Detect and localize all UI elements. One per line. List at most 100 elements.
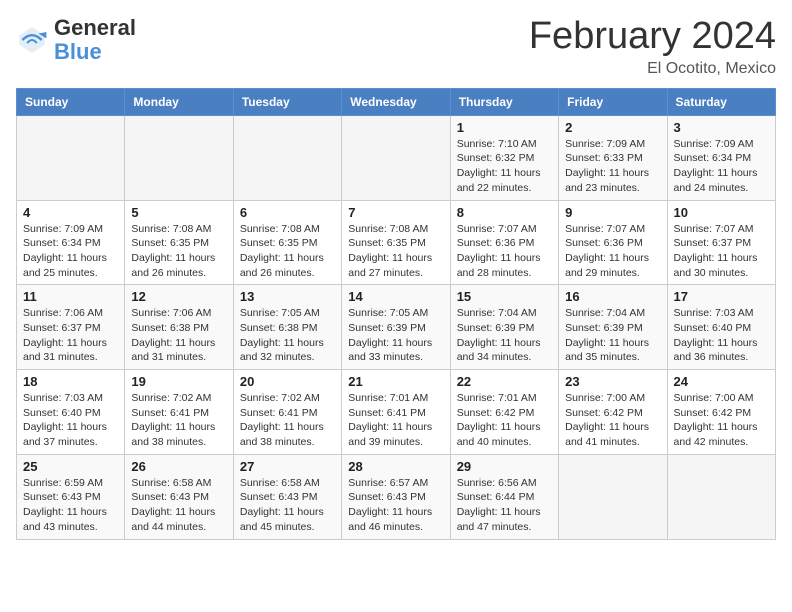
- calendar-cell: [125, 115, 233, 200]
- title-block: February 2024 El Ocotito, Mexico: [529, 16, 776, 78]
- calendar-cell: [233, 115, 341, 200]
- day-info: Sunrise: 7:05 AMSunset: 6:38 PMDaylight:…: [240, 306, 335, 365]
- weekday-header-row: SundayMondayTuesdayWednesdayThursdayFrid…: [17, 88, 776, 115]
- calendar-cell: 10 Sunrise: 7:07 AMSunset: 6:37 PMDayligh…: [667, 200, 775, 285]
- calendar-table: SundayMondayTuesdayWednesdayThursdayFrid…: [16, 88, 776, 540]
- day-info: Sunrise: 6:56 AMSunset: 6:44 PMDaylight:…: [457, 476, 552, 535]
- calendar-cell: 7 Sunrise: 7:08 AMSunset: 6:35 PMDaylight…: [342, 200, 450, 285]
- calendar-cell: 14 Sunrise: 7:05 AMSunset: 6:39 PMDayligh…: [342, 285, 450, 370]
- day-number: 3: [674, 120, 769, 135]
- day-info: Sunrise: 7:07 AMSunset: 6:36 PMDaylight:…: [565, 222, 660, 281]
- page-header: General Blue February 2024 El Ocotito, M…: [16, 16, 776, 78]
- logo-blue-text: Blue: [54, 39, 102, 64]
- calendar-cell: 16 Sunrise: 7:04 AMSunset: 6:39 PMDayligh…: [559, 285, 667, 370]
- day-number: 20: [240, 374, 335, 389]
- day-number: 11: [23, 289, 118, 304]
- day-info: Sunrise: 7:00 AMSunset: 6:42 PMDaylight:…: [674, 391, 769, 450]
- day-number: 24: [674, 374, 769, 389]
- weekday-header-sunday: Sunday: [17, 88, 125, 115]
- weekday-header-saturday: Saturday: [667, 88, 775, 115]
- calendar-week-4: 18 Sunrise: 7:03 AMSunset: 6:40 PMDayligh…: [17, 370, 776, 455]
- day-info: Sunrise: 7:10 AMSunset: 6:32 PMDaylight:…: [457, 137, 552, 196]
- calendar-week-3: 11 Sunrise: 7:06 AMSunset: 6:37 PMDayligh…: [17, 285, 776, 370]
- day-number: 2: [565, 120, 660, 135]
- day-info: Sunrise: 7:01 AMSunset: 6:41 PMDaylight:…: [348, 391, 443, 450]
- day-number: 9: [565, 205, 660, 220]
- day-info: Sunrise: 7:03 AMSunset: 6:40 PMDaylight:…: [23, 391, 118, 450]
- day-info: Sunrise: 7:04 AMSunset: 6:39 PMDaylight:…: [565, 306, 660, 365]
- day-info: Sunrise: 6:57 AMSunset: 6:43 PMDaylight:…: [348, 476, 443, 535]
- weekday-header-wednesday: Wednesday: [342, 88, 450, 115]
- day-info: Sunrise: 7:06 AMSunset: 6:37 PMDaylight:…: [23, 306, 118, 365]
- calendar-cell: 23Sunrise: 7:00 AMSunset: 6:42 PMDayligh…: [559, 370, 667, 455]
- day-info: Sunrise: 7:02 AMSunset: 6:41 PMDaylight:…: [240, 391, 335, 450]
- day-info: Sunrise: 7:08 AMSunset: 6:35 PMDaylight:…: [131, 222, 226, 281]
- day-number: 1: [457, 120, 552, 135]
- day-info: Sunrise: 7:09 AMSunset: 6:34 PMDaylight:…: [23, 222, 118, 281]
- calendar-cell: [667, 454, 775, 539]
- day-number: 12: [131, 289, 226, 304]
- calendar-cell: 21 Sunrise: 7:01 AMSunset: 6:41 PMDayligh…: [342, 370, 450, 455]
- day-number: 29: [457, 459, 552, 474]
- calendar-cell: [342, 115, 450, 200]
- calendar-cell: 19Sunrise: 7:02 AMSunset: 6:41 PMDayligh…: [125, 370, 233, 455]
- day-number: 13: [240, 289, 335, 304]
- day-info: Sunrise: 7:00 AMSunset: 6:42 PMDaylight:…: [565, 391, 660, 450]
- calendar-cell: 5 Sunrise: 7:08 AMSunset: 6:35 PMDaylight…: [125, 200, 233, 285]
- calendar-week-5: 25Sunrise: 6:59 AMSunset: 6:43 PMDayligh…: [17, 454, 776, 539]
- day-info: Sunrise: 7:06 AMSunset: 6:38 PMDaylight:…: [131, 306, 226, 365]
- weekday-header-tuesday: Tuesday: [233, 88, 341, 115]
- day-number: 28: [348, 459, 443, 474]
- weekday-header-friday: Friday: [559, 88, 667, 115]
- calendar-cell: 3 Sunrise: 7:09 AMSunset: 6:34 PMDaylight…: [667, 115, 775, 200]
- calendar-cell: [17, 115, 125, 200]
- day-info: Sunrise: 7:08 AMSunset: 6:35 PMDaylight:…: [348, 222, 443, 281]
- location-subtitle: El Ocotito, Mexico: [529, 60, 776, 78]
- day-number: 21: [348, 374, 443, 389]
- calendar-week-1: 1 Sunrise: 7:10 AMSunset: 6:32 PMDaylight…: [17, 115, 776, 200]
- weekday-header-monday: Monday: [125, 88, 233, 115]
- calendar-cell: 26Sunrise: 6:58 AMSunset: 6:43 PMDayligh…: [125, 454, 233, 539]
- logo-icon: [16, 24, 48, 56]
- logo: General Blue: [16, 16, 136, 64]
- calendar-cell: 15Sunrise: 7:04 AMSunset: 6:39 PMDayligh…: [450, 285, 558, 370]
- calendar-cell: 29 Sunrise: 6:56 AMSunset: 6:44 PMDayligh…: [450, 454, 558, 539]
- calendar-cell: 12 Sunrise: 7:06 AMSunset: 6:38 PMDayligh…: [125, 285, 233, 370]
- calendar-cell: 11 Sunrise: 7:06 AMSunset: 6:37 PMDayligh…: [17, 285, 125, 370]
- day-number: 7: [348, 205, 443, 220]
- calendar-cell: 20 Sunrise: 7:02 AMSunset: 6:41 PMDayligh…: [233, 370, 341, 455]
- day-number: 5: [131, 205, 226, 220]
- calendar-cell: 4 Sunrise: 7:09 AMSunset: 6:34 PMDaylight…: [17, 200, 125, 285]
- day-info: Sunrise: 7:07 AMSunset: 6:37 PMDaylight:…: [674, 222, 769, 281]
- calendar-cell: 9 Sunrise: 7:07 AMSunset: 6:36 PMDaylight…: [559, 200, 667, 285]
- day-info: Sunrise: 7:03 AMSunset: 6:40 PMDaylight:…: [674, 306, 769, 365]
- day-number: 4: [23, 205, 118, 220]
- calendar-cell: 1 Sunrise: 7:10 AMSunset: 6:32 PMDaylight…: [450, 115, 558, 200]
- day-info: Sunrise: 7:09 AMSunset: 6:34 PMDaylight:…: [674, 137, 769, 196]
- day-info: Sunrise: 7:02 AMSunset: 6:41 PMDaylight:…: [131, 391, 226, 450]
- day-number: 27: [240, 459, 335, 474]
- day-info: Sunrise: 7:08 AMSunset: 6:35 PMDaylight:…: [240, 222, 335, 281]
- day-number: 15: [457, 289, 552, 304]
- day-info: Sunrise: 7:05 AMSunset: 6:39 PMDaylight:…: [348, 306, 443, 365]
- calendar-cell: 17 Sunrise: 7:03 AMSunset: 6:40 PMDayligh…: [667, 285, 775, 370]
- day-info: Sunrise: 6:58 AMSunset: 6:43 PMDaylight:…: [131, 476, 226, 535]
- day-number: 22: [457, 374, 552, 389]
- day-number: 14: [348, 289, 443, 304]
- day-number: 17: [674, 289, 769, 304]
- month-year-title: February 2024: [529, 16, 776, 58]
- day-info: Sunrise: 7:09 AMSunset: 6:33 PMDaylight:…: [565, 137, 660, 196]
- day-number: 10: [674, 205, 769, 220]
- calendar-cell: 24 Sunrise: 7:00 AMSunset: 6:42 PMDayligh…: [667, 370, 775, 455]
- calendar-cell: 6Sunrise: 7:08 AMSunset: 6:35 PMDaylight…: [233, 200, 341, 285]
- calendar-cell: 22Sunrise: 7:01 AMSunset: 6:42 PMDayligh…: [450, 370, 558, 455]
- calendar-cell: 18 Sunrise: 7:03 AMSunset: 6:40 PMDayligh…: [17, 370, 125, 455]
- day-number: 18: [23, 374, 118, 389]
- calendar-week-2: 4 Sunrise: 7:09 AMSunset: 6:34 PMDaylight…: [17, 200, 776, 285]
- calendar-cell: [559, 454, 667, 539]
- calendar-cell: 8Sunrise: 7:07 AMSunset: 6:36 PMDaylight…: [450, 200, 558, 285]
- day-info: Sunrise: 7:07 AMSunset: 6:36 PMDaylight:…: [457, 222, 552, 281]
- day-number: 16: [565, 289, 660, 304]
- calendar-cell: 27Sunrise: 6:58 AMSunset: 6:43 PMDayligh…: [233, 454, 341, 539]
- day-number: 25: [23, 459, 118, 474]
